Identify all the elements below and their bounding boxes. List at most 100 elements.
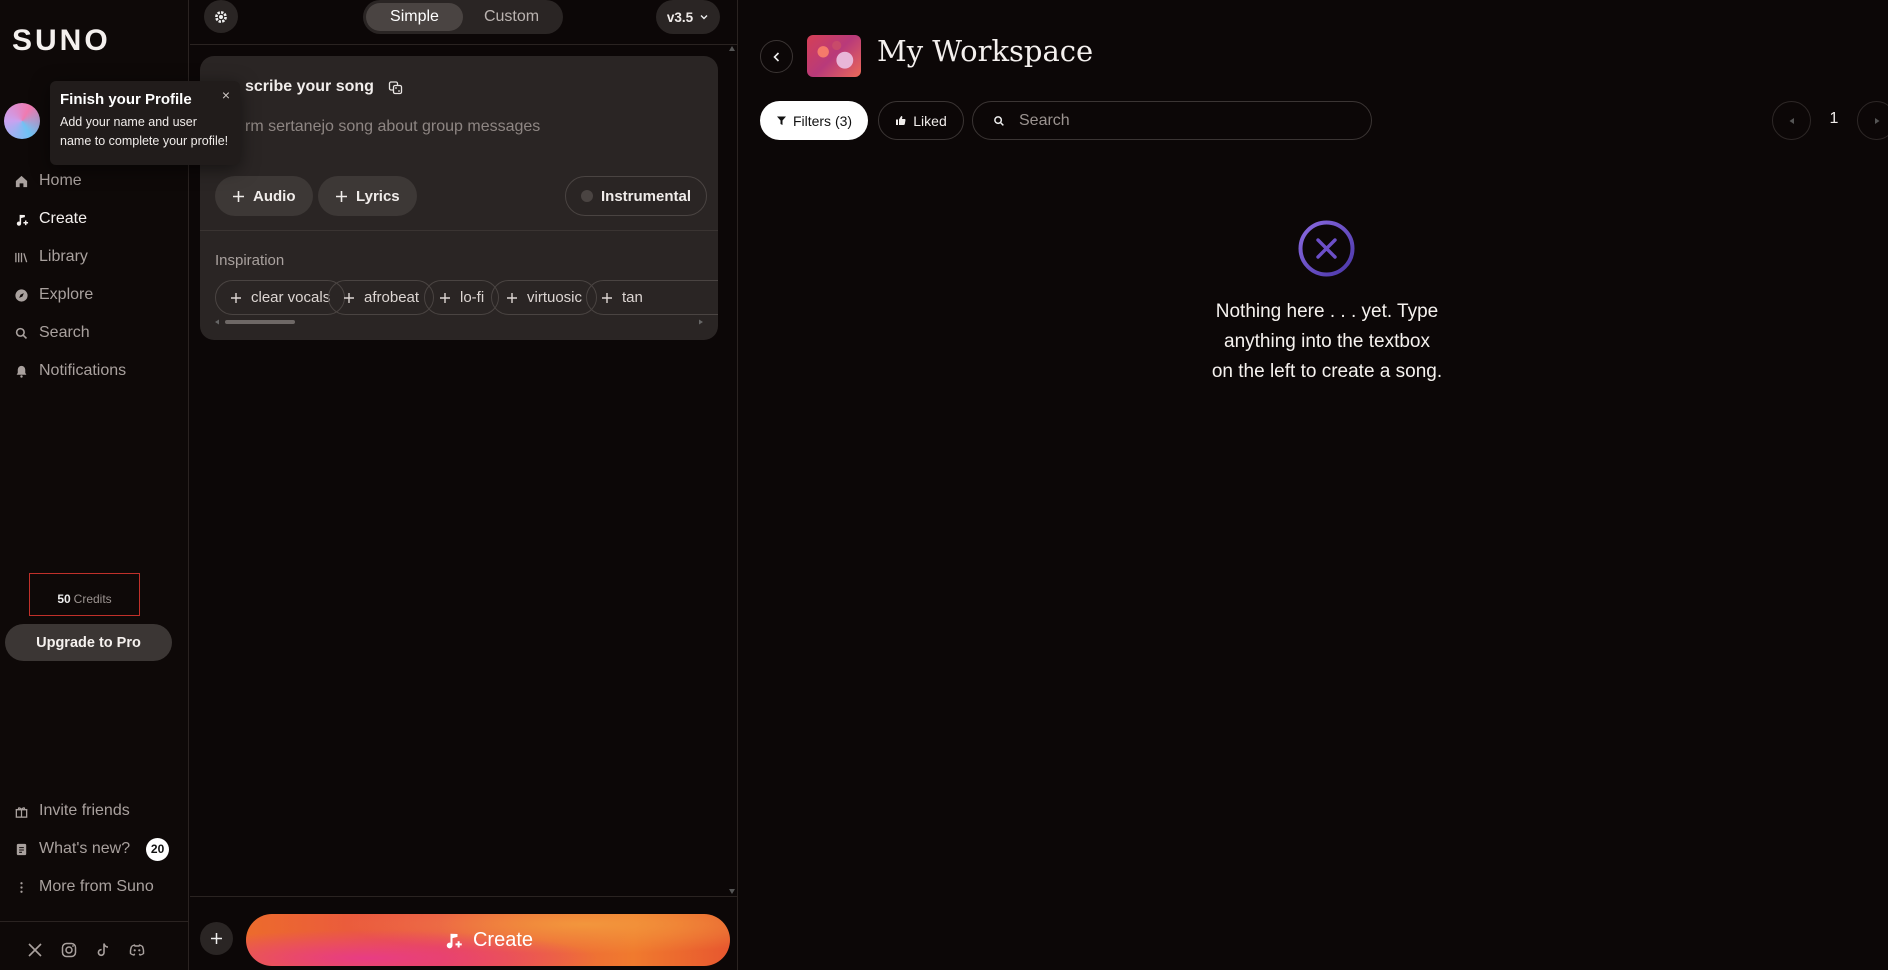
add-button[interactable] <box>200 922 233 955</box>
upgrade-to-pro-button[interactable]: Upgrade to Pro <box>5 624 172 661</box>
mode-simple-tab[interactable]: Simple <box>366 3 463 31</box>
library-icon <box>15 252 28 262</box>
home-icon <box>15 175 28 187</box>
inspiration-tag[interactable]: afrobeat <box>328 280 435 315</box>
card-title-text: scribe your song <box>245 78 374 95</box>
mode-toggle: Simple Custom <box>363 0 563 34</box>
panel-divider-bottom <box>190 896 738 897</box>
plus-icon <box>233 190 244 202</box>
discord-icon[interactable] <box>128 941 146 959</box>
add-audio-label: Audio <box>253 187 296 205</box>
inspiration-tag-label: afrobeat <box>364 289 420 306</box>
plus-icon <box>507 292 517 303</box>
workspace-search-input[interactable] <box>1019 111 1339 130</box>
settings-button[interactable] <box>204 0 238 33</box>
panel-scrollbar[interactable] <box>728 46 736 894</box>
workspace-title: My Workspace <box>877 34 1094 68</box>
dice-icon[interactable] <box>388 80 403 95</box>
music-note-plus-icon <box>446 933 462 949</box>
inspiration-tag-label: lo-fi <box>460 289 485 306</box>
create-button-label: Create <box>472 928 534 951</box>
bell-icon <box>16 365 27 378</box>
instagram-icon[interactable] <box>60 941 78 959</box>
more-from-suno-link[interactable]: More from Suno <box>14 875 154 899</box>
nav-home[interactable]: Home <box>14 169 82 193</box>
nav-search-label: Search <box>39 324 90 341</box>
add-lyrics-label: Lyrics <box>356 187 400 205</box>
workspace-panel: My Workspace Filters (3) Liked 1 Nothing… <box>739 0 1888 970</box>
mode-custom-tab[interactable]: Custom <box>463 3 560 31</box>
credits-display[interactable]: 50 Credits <box>29 573 140 616</box>
whats-new-badge: 20 <box>146 837 170 861</box>
version-label: v3.5 <box>666 9 694 25</box>
inspiration-tag[interactable]: virtuosic <box>491 280 598 315</box>
instrumental-label: Instrumental <box>601 187 692 205</box>
previous-page-button[interactable] <box>1772 101 1811 140</box>
song-prompt-input[interactable]: rm sertanejo song about group messages <box>245 118 540 136</box>
tiktok-icon[interactable] <box>94 941 112 959</box>
filters-label: Filters (3) <box>792 112 853 129</box>
workspace-search <box>972 101 1372 140</box>
empty-state-message: Nothing here . . . yet. Type anything in… <box>1177 297 1477 387</box>
avatar[interactable] <box>4 103 40 139</box>
x-icon[interactable] <box>26 941 44 959</box>
nav-search[interactable]: Search <box>14 321 90 345</box>
gift-icon <box>15 806 28 818</box>
liked-button[interactable]: Liked <box>878 101 964 140</box>
chevron-left-icon <box>772 51 779 62</box>
more-from-suno-label: More from Suno <box>39 878 154 895</box>
inspiration-tag[interactable]: lo-fi <box>424 280 500 315</box>
add-audio-button[interactable]: Audio <box>215 176 313 216</box>
version-select[interactable]: v3.5 <box>656 0 720 34</box>
plus-icon <box>602 292 612 303</box>
inspiration-tag[interactable]: clear vocals <box>215 280 346 315</box>
filters-button[interactable]: Filters (3) <box>760 101 868 140</box>
inspiration-tag[interactable]: tan <box>586 280 718 315</box>
filter-icon <box>776 116 786 125</box>
credits-label: Credits <box>73 592 112 606</box>
search-icon <box>994 115 1004 126</box>
plus-icon <box>211 933 222 944</box>
create-button[interactable]: Create <box>246 914 730 966</box>
whats-new-link[interactable]: What's new? 20 <box>14 837 170 861</box>
finish-profile-tooltip: Finish your Profile Add your name and us… <box>50 81 240 165</box>
instrumental-toggle-indicator <box>581 190 593 202</box>
whats-new-label: What's new? <box>39 840 131 857</box>
plus-icon <box>231 292 241 303</box>
compass-icon <box>15 288 28 302</box>
nav-library[interactable]: Library <box>14 245 88 269</box>
create-panel: Simple Custom v3.5 scribe your song rm s… <box>190 0 738 970</box>
tooltip-close-button[interactable]: × <box>222 87 230 103</box>
inspiration-tag-label: virtuosic <box>527 289 583 306</box>
credits-count: 50 <box>57 592 71 606</box>
add-lyrics-button[interactable]: Lyrics <box>318 176 417 216</box>
triangle-left-icon <box>1789 117 1794 124</box>
workspace-thumbnail <box>807 35 861 77</box>
page-number: 1 <box>1829 110 1839 127</box>
tooltip-body: Add your name and user name to complete … <box>60 115 229 148</box>
inspiration-scrollbar[interactable] <box>215 319 703 325</box>
plus-icon <box>440 292 450 303</box>
plus-icon <box>344 292 354 303</box>
plus-icon <box>336 190 347 202</box>
nav-notifications[interactable]: Notifications <box>14 359 126 383</box>
next-page-button[interactable] <box>1857 101 1888 140</box>
nav-create-label: Create <box>39 210 88 227</box>
nav-explore[interactable]: Explore <box>14 283 93 307</box>
card-title: scribe your song <box>245 78 403 96</box>
nav-explore-label: Explore <box>39 286 94 303</box>
back-button[interactable] <box>760 40 793 73</box>
invite-friends-link[interactable]: Invite friends <box>14 799 130 823</box>
inspiration-tag-label: clear vocals <box>251 289 331 306</box>
panel-divider-top <box>190 44 738 45</box>
suno-logo[interactable]: SUNO <box>12 24 111 58</box>
nav-notifications-label: Notifications <box>39 362 127 379</box>
triangle-right-icon <box>1874 117 1879 124</box>
inspiration-label: Inspiration <box>215 252 285 269</box>
inspiration-tag-label: tan <box>622 289 643 306</box>
document-icon <box>16 843 27 855</box>
instrumental-toggle[interactable]: Instrumental <box>565 176 708 216</box>
nav-library-label: Library <box>39 248 88 265</box>
nav-create[interactable]: Create <box>14 207 87 231</box>
song-description-card: scribe your song rm sertanejo song about… <box>200 56 718 340</box>
